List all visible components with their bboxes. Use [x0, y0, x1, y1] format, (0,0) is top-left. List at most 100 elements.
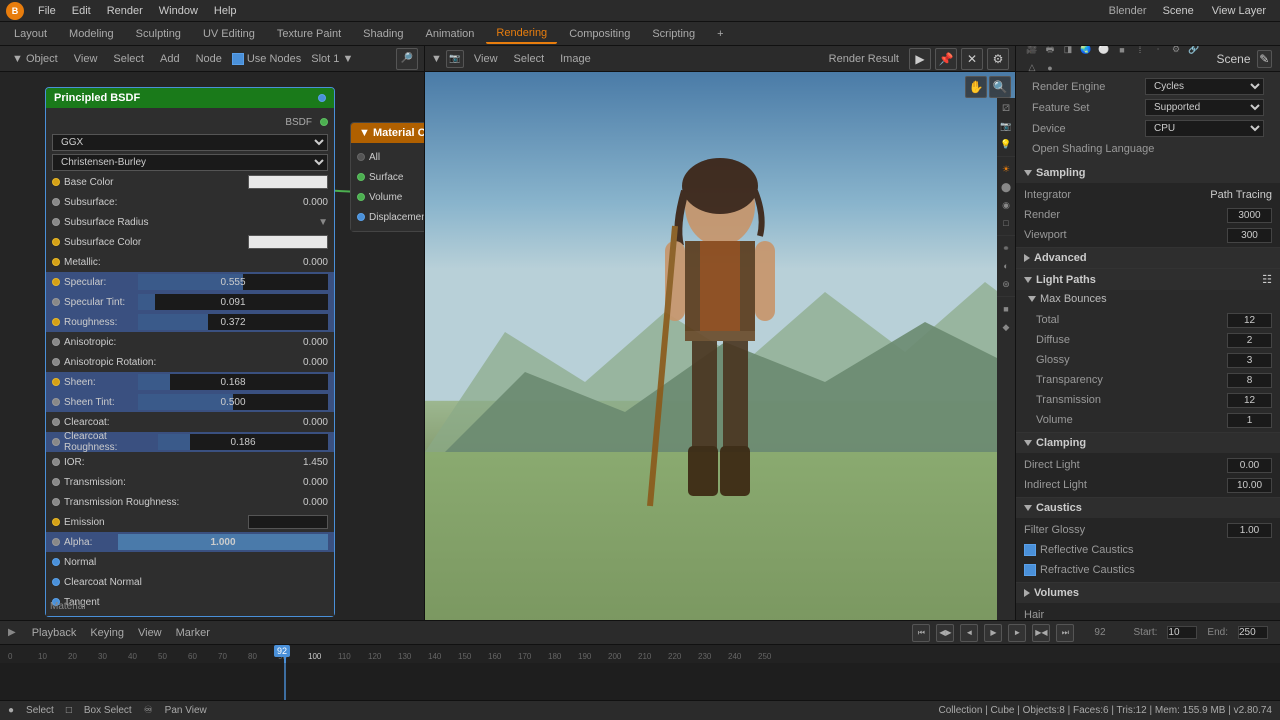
tab-layout[interactable]: Layout [4, 24, 57, 44]
object-icon[interactable]: ■ [1114, 46, 1130, 58]
vp-light-icon[interactable]: 💡 [998, 136, 1014, 152]
vp-view-btn[interactable]: View [468, 52, 504, 66]
props-expand-icon[interactable]: ✎ [1257, 50, 1273, 68]
vp-gizmo-icon[interactable]: ⊛ [998, 276, 1014, 292]
roughness-slider[interactable]: 0.372 [138, 314, 328, 330]
vp-select-btn[interactable]: Select [508, 52, 551, 66]
base-color-swatch[interactable] [248, 175, 328, 189]
caustics-header[interactable]: Caustics [1016, 498, 1280, 518]
transparency-bounces-input[interactable] [1227, 373, 1272, 388]
total-bounces-input[interactable] [1227, 313, 1272, 328]
advanced-header[interactable]: Advanced [1016, 248, 1280, 268]
constraints-icon[interactable]: 🔗 [1186, 46, 1202, 58]
emission-swatch[interactable] [248, 515, 328, 529]
vp-snap-icon[interactable]: ■ [998, 301, 1014, 317]
vp-solid-icon[interactable]: ⬤ [998, 179, 1014, 195]
render-samples-input[interactable]: 3000 [1227, 208, 1272, 223]
vp-wireframe-icon[interactable]: □ [998, 215, 1014, 231]
sheen-slider[interactable]: 0.168 [138, 374, 328, 390]
distribution-dropdown[interactable]: GGX [52, 134, 328, 151]
use-nodes-checkbox[interactable] [232, 53, 244, 65]
step-fwd-btn[interactable]: ► [1008, 624, 1026, 642]
tab-compositing[interactable]: Compositing [559, 24, 640, 44]
use-nodes-toggle[interactable]: Use Nodes [232, 53, 301, 65]
tab-animation[interactable]: Animation [416, 24, 485, 44]
marker-menu[interactable]: Marker [170, 626, 216, 640]
vp-pin-icon[interactable]: 📌 [935, 48, 957, 70]
menu-render[interactable]: Render [99, 0, 151, 21]
vp-xray-icon[interactable]: ⚭ [998, 240, 1014, 256]
tab-add[interactable]: + [707, 24, 733, 44]
light-paths-list-icon[interactable]: ☷ [1262, 273, 1272, 286]
vp-overlay-icon[interactable]: ◐ [998, 258, 1014, 274]
scene-icon[interactable]: 🌏 [1078, 46, 1094, 58]
render-props-icon[interactable]: 🎥 [1024, 46, 1040, 58]
feature-set-dropdown[interactable]: Supported [1145, 99, 1264, 116]
vp-image-btn[interactable]: Image [554, 52, 597, 66]
scene-selector[interactable]: Scene [1155, 5, 1202, 17]
tab-rendering[interactable]: Rendering [486, 24, 557, 44]
light-paths-header[interactable]: Light Paths ☷ [1016, 269, 1280, 290]
max-bounces-header[interactable]: Max Bounces [1016, 290, 1280, 308]
diffuse-bounces-input[interactable] [1227, 333, 1272, 348]
vp-close-icon[interactable]: ✕ [961, 48, 983, 70]
tab-modeling[interactable]: Modeling [59, 24, 124, 44]
prev-keyframe-btn[interactable]: ◀▶ [936, 624, 954, 642]
glossy-bounces-input[interactable] [1227, 353, 1272, 368]
view-layer-icon[interactable]: ◨ [1060, 46, 1076, 58]
volumes-header[interactable]: Volumes [1016, 583, 1280, 603]
specular-slider[interactable]: 0.555 [138, 274, 328, 290]
timeline-track[interactable] [0, 663, 1280, 700]
view-layer-selector[interactable]: View Layer [1204, 5, 1274, 17]
vp-zoom-icon[interactable]: 🔍 [989, 76, 1011, 98]
tab-scripting[interactable]: Scripting [642, 24, 705, 44]
filter-glossy-input[interactable] [1227, 523, 1272, 538]
vp-hand-icon[interactable]: ✋ [965, 76, 987, 98]
sheen-tint-slider[interactable]: 0.500 [138, 394, 328, 410]
refractive-caustics-checkbox[interactable] [1024, 564, 1036, 576]
jump-end-btn[interactable]: ⏭ [1056, 624, 1074, 642]
ss-radius-expand[interactable]: ▼ [318, 217, 328, 228]
output-props-icon[interactable]: 🖶 [1042, 46, 1058, 58]
viewport-samples-input[interactable]: 300 [1227, 228, 1272, 243]
sampling-header[interactable]: Sampling [1016, 163, 1280, 183]
render-engine-dropdown[interactable]: Cycles [1145, 78, 1264, 95]
viewport-content[interactable]: ✋ 🔍 ⚂ 📷 💡 ☀ ⬤ ◉ □ ⚭ ◐ ⊛ ■ ◆ [425, 72, 1015, 620]
view-menu[interactable]: View [132, 626, 168, 640]
indirect-light-input[interactable] [1227, 478, 1272, 493]
keying-menu[interactable]: Keying [84, 626, 130, 640]
vp-material-icon[interactable]: ◉ [998, 197, 1014, 213]
menu-help[interactable]: Help [206, 0, 245, 21]
world-icon[interactable]: ⚪ [1096, 46, 1112, 58]
vp-nav-icon[interactable]: ⚂ [998, 100, 1014, 116]
cc-roughness-slider[interactable]: 0.186 [158, 434, 328, 450]
distribution-row[interactable]: GGX [46, 132, 334, 152]
menu-file[interactable]: File [30, 0, 64, 21]
tab-uv-editing[interactable]: UV Editing [193, 24, 265, 44]
step-back-btn[interactable]: ◄ [960, 624, 978, 642]
view-menu-btn[interactable]: 📷 [446, 50, 464, 68]
vp-clone-icon[interactable]: ▶ [909, 48, 931, 70]
transmission-bounces-input[interactable] [1227, 393, 1272, 408]
node-view-menu[interactable]: View [68, 51, 104, 67]
vp-render-icon[interactable]: ☀ [998, 161, 1014, 177]
subsurface-method-row[interactable]: Christensen-Burley [46, 152, 334, 172]
viewport-collapse-icon[interactable]: ▼ [431, 53, 442, 65]
menu-window[interactable]: Window [151, 0, 206, 21]
physics-icon[interactable]: ⚙ [1168, 46, 1184, 58]
subsurface-method-dropdown[interactable]: Christensen-Burley [52, 154, 328, 171]
subsurface-radius-row[interactable]: Subsurface Radius ▼ [46, 212, 334, 232]
clamping-header[interactable]: Clamping [1016, 433, 1280, 453]
specular-tint-slider[interactable]: 0.091 [138, 294, 328, 310]
reflective-caustics-checkbox[interactable] [1024, 544, 1036, 556]
menu-edit[interactable]: Edit [64, 0, 99, 21]
vp-cam-icon[interactable]: 📷 [998, 118, 1014, 134]
ss-color-swatch[interactable] [248, 235, 328, 249]
alpha-slider[interactable]: 1.000 [118, 534, 328, 550]
playback-menu[interactable]: Playback [26, 626, 83, 640]
pin-icon[interactable]: 🔎 [396, 48, 418, 70]
start-frame-input[interactable] [1167, 626, 1197, 639]
node-object-selector[interactable]: ▼ Object [6, 51, 64, 67]
slot-selector[interactable]: Slot 1 ▼ [305, 51, 359, 67]
jump-start-btn[interactable]: ⏮ [912, 624, 930, 642]
